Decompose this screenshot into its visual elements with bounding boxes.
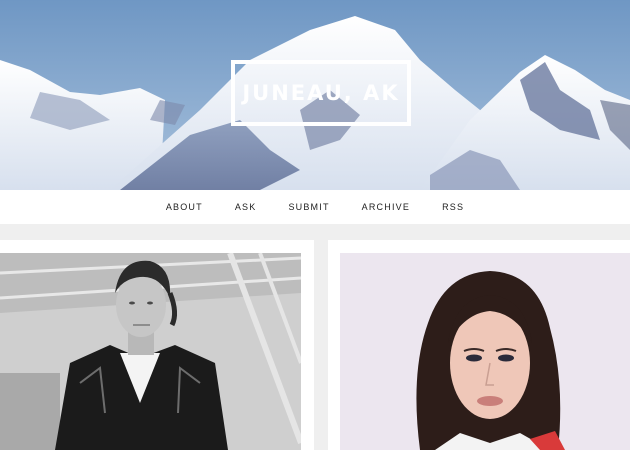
nav-link-rss[interactable]: RSS (442, 202, 464, 212)
portrait-image (340, 253, 630, 450)
blog-title[interactable]: JUNEAU, AK (242, 81, 399, 105)
nav-link-submit[interactable]: SUBMIT (288, 202, 329, 212)
blog-header: JUNEAU, AK (0, 0, 630, 190)
post-photo[interactable] (340, 253, 630, 450)
nav-link-archive[interactable]: ARCHIVE (362, 202, 410, 212)
nav-link-about[interactable]: ABOUT (166, 202, 203, 212)
post-card (0, 240, 314, 450)
main-nav: ABOUT ASK SUBMIT ARCHIVE RSS (0, 190, 630, 224)
portrait-image (0, 253, 301, 450)
post-photo[interactable] (0, 253, 301, 450)
blog-title-box[interactable]: JUNEAU, AK (231, 60, 411, 126)
nav-link-ask[interactable]: ASK (235, 202, 257, 212)
post-card (328, 240, 630, 450)
